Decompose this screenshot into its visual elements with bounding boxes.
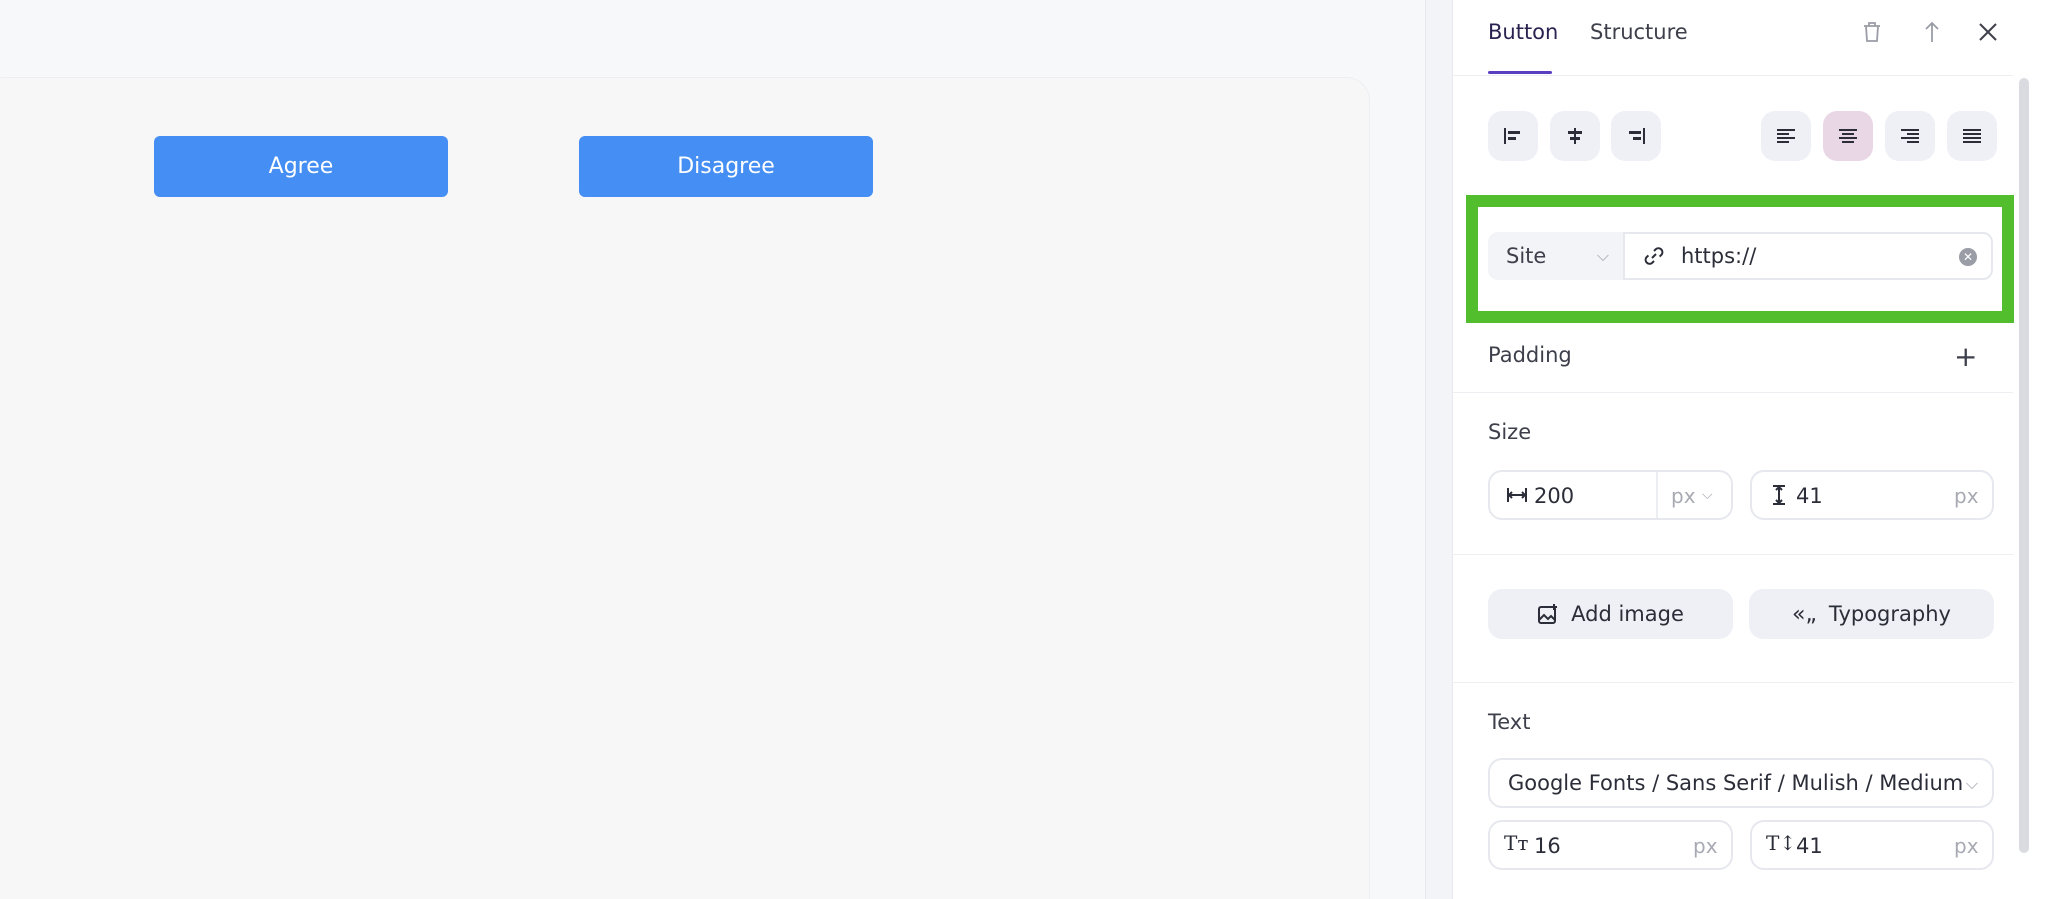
close-icon[interactable]	[1974, 18, 2002, 46]
chevron-down-icon: ⌵	[1702, 487, 1713, 503]
align-center-icon	[1568, 128, 1582, 144]
width-icon	[1507, 488, 1527, 502]
height-input[interactable]: 41 px	[1750, 470, 1994, 520]
line-height-unit: px	[1954, 834, 1979, 858]
typography-label: Typography	[1828, 602, 1951, 626]
link-target-select[interactable]: Site ⌵	[1488, 232, 1623, 280]
height-icon	[1773, 485, 1785, 505]
padding-label: Padding	[1488, 343, 1572, 367]
typography-button[interactable]: «„ Typography	[1749, 589, 1994, 639]
add-image-button[interactable]: Add image	[1488, 589, 1733, 639]
line-height-value: 41	[1796, 834, 1823, 858]
add-image-label: Add image	[1571, 602, 1684, 626]
properties-panel: Button Structure Site ⌵ https:// ✕ Paddi…	[1453, 0, 2048, 899]
height-unit: px	[1954, 484, 1979, 508]
width-unit-select[interactable]: px	[1671, 484, 1696, 508]
tab-structure[interactable]: Structure	[1590, 20, 1688, 44]
quote-icon: «„	[1792, 601, 1817, 627]
move-up-icon[interactable]	[1918, 18, 1946, 46]
text-label: Text	[1488, 710, 1531, 734]
size-label: Size	[1488, 420, 1532, 444]
width-input[interactable]: 200 px ⌵	[1488, 470, 1733, 520]
divider	[1453, 682, 2013, 683]
editor-canvas: Agree Disagree	[0, 0, 1425, 899]
tab-button[interactable]: Button	[1488, 20, 1558, 44]
align-left-icon	[1504, 128, 1520, 144]
divider	[1453, 392, 2013, 393]
link-target-value: Site	[1506, 244, 1547, 268]
font-size-input[interactable]: Tт 16 px	[1488, 820, 1733, 870]
line-height-input[interactable]: T↕ 41 px	[1750, 820, 1994, 870]
height-value: 41	[1796, 484, 1823, 508]
url-value: https://	[1681, 244, 1757, 268]
font-value: Google Fonts / Sans Serif / Mulish / Med…	[1508, 771, 1964, 795]
align-right-button[interactable]	[1611, 111, 1661, 161]
font-select[interactable]: Google Fonts / Sans Serif / Mulish / Med…	[1488, 758, 1994, 808]
text-align-left-button[interactable]	[1761, 111, 1811, 161]
clear-icon[interactable]: ✕	[1959, 248, 1977, 266]
text-left-icon	[1777, 129, 1795, 143]
url-input[interactable]: https:// ✕	[1623, 232, 1993, 280]
text-align-right-button[interactable]	[1885, 111, 1935, 161]
divider	[1656, 472, 1658, 518]
text-justify-icon	[1963, 129, 1981, 143]
add-padding-icon[interactable]: +	[1954, 340, 1977, 373]
text-center-icon	[1839, 129, 1857, 143]
align-center-button[interactable]	[1550, 111, 1600, 161]
text-right-icon	[1901, 129, 1919, 143]
divider	[1453, 554, 2013, 555]
chevron-down-icon: ⌵	[1965, 774, 1978, 793]
align-left-button[interactable]	[1488, 111, 1538, 161]
trash-icon[interactable]	[1858, 18, 1886, 46]
font-size-value: 16	[1534, 834, 1561, 858]
text-align-center-button[interactable]	[1823, 111, 1873, 161]
chevron-down-icon: ⌵	[1596, 246, 1609, 265]
width-value: 200	[1534, 484, 1575, 508]
font-size-icon: Tт	[1504, 831, 1529, 855]
text-align-justify-button[interactable]	[1947, 111, 1997, 161]
link-icon	[1644, 247, 1664, 265]
panel-tabs: Button Structure	[1453, 0, 2013, 76]
font-size-unit: px	[1693, 834, 1718, 858]
disagree-button[interactable]: Disagree	[579, 136, 873, 197]
active-tab-indicator	[1488, 71, 1552, 74]
agree-button[interactable]: Agree	[154, 136, 448, 197]
panel-divider[interactable]	[1425, 0, 1453, 899]
line-height-icon: T↕	[1766, 831, 1797, 855]
canvas-board	[0, 77, 1370, 899]
align-right-icon	[1629, 128, 1645, 144]
image-add-icon	[1538, 604, 1558, 624]
panel-scrollbar-thumb[interactable]	[2019, 78, 2029, 853]
